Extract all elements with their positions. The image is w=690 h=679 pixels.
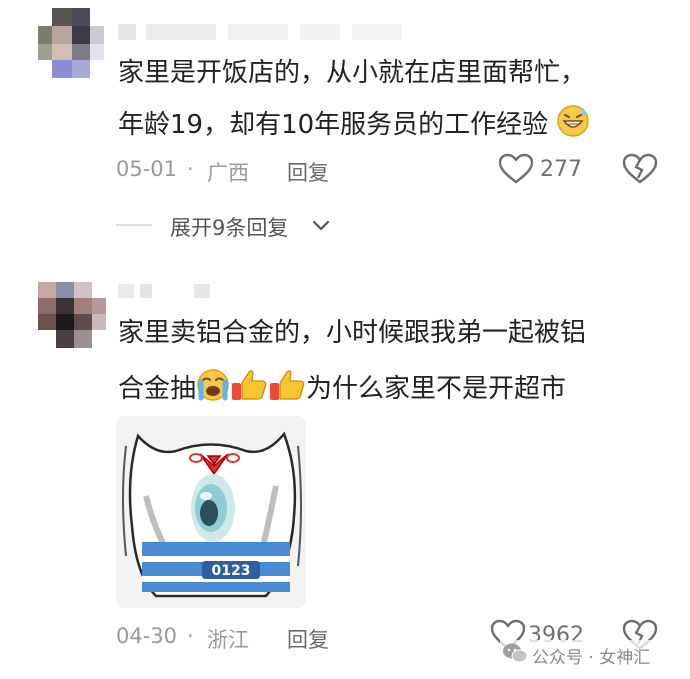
comment-text: 年龄19，却有10年服务员的工作经验 (118, 110, 549, 140)
username[interactable] (118, 24, 418, 44)
expand-replies-label: 展开9条回复 (170, 216, 289, 240)
watermark: 公众号 · 女神汇 (500, 640, 686, 668)
comment-text-line-1: 家里是开饭店的，从小就在店里面帮忙， (118, 58, 587, 88)
comment-text-line-2: 合金抽 为什么家里不是开超市 (118, 368, 566, 411)
avatar[interactable] (38, 8, 104, 78)
comment-text-post: 为什么家里不是开超市 (306, 374, 567, 404)
thumbs-up-icon (230, 368, 268, 411)
reply-button[interactable]: 回复 (287, 157, 329, 187)
reply-button[interactable]: 回复 (287, 624, 329, 654)
username[interactable] (118, 284, 228, 304)
heart-icon (498, 153, 534, 189)
meme-image[interactable]: 0123 (116, 416, 306, 608)
crying-face-icon (196, 368, 230, 411)
wechat-official-account-icon (502, 642, 528, 668)
comment-location: 广西 (207, 161, 249, 185)
comment-date: 05-01 (116, 157, 178, 181)
comment-text-line-1: 家里卖铝合金的，小时候跟我弟一起被铝 (118, 318, 587, 348)
meme-caption: 0123 (212, 563, 251, 579)
comment-text-pre: 合金抽 (118, 374, 197, 404)
thumbs-up-icon (268, 368, 306, 411)
like-button[interactable]: 277 (498, 153, 588, 187)
like-count: 277 (540, 157, 582, 182)
chevron-down-icon (312, 218, 330, 237)
watermark-text: 公众号 · 女神汇 (532, 648, 651, 668)
meta-dot: · (187, 624, 194, 648)
dislike-icon[interactable] (622, 153, 658, 189)
expand-replies-button[interactable]: 展开9条回复 (116, 210, 346, 240)
grinning-sweat-icon (556, 104, 590, 147)
comment-location: 浙江 (207, 628, 249, 652)
comment-text-line-2: 年龄19，却有10年服务员的工作经验 (118, 104, 590, 147)
avatar[interactable] (38, 282, 106, 348)
divider-line (116, 224, 152, 226)
meta-dot: · (187, 157, 194, 181)
comment-date: 04-30 (116, 624, 178, 648)
